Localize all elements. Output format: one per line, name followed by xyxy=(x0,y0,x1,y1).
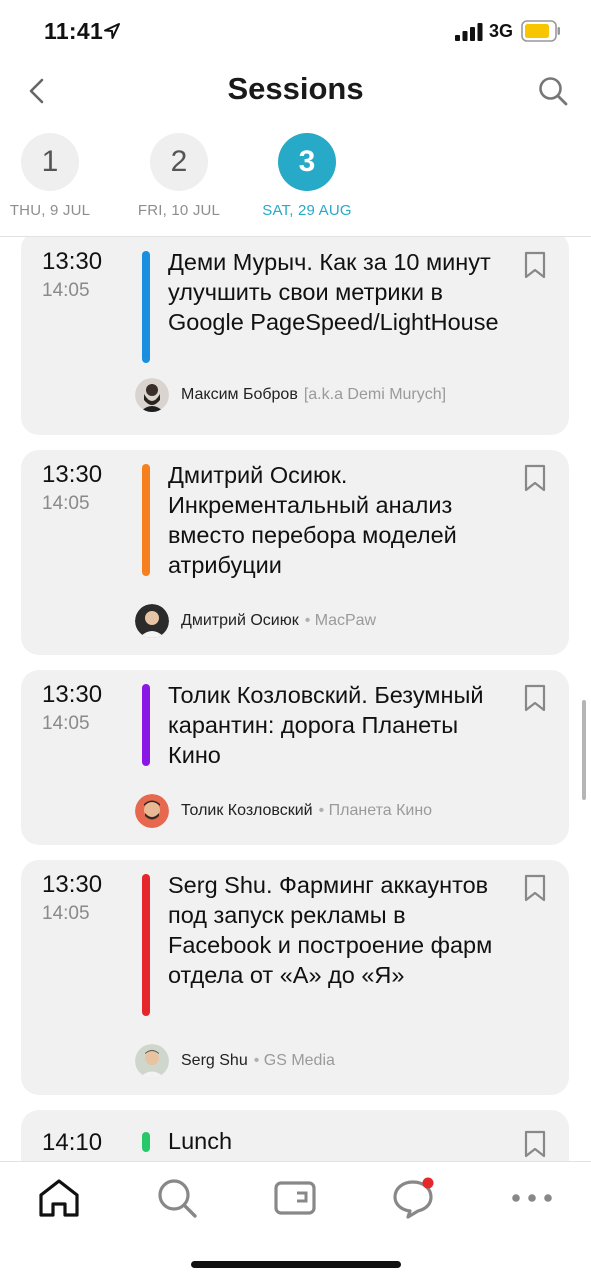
session-card[interactable]: 14:10 Lunch xyxy=(21,1110,569,1161)
session-start-time: 13:30 xyxy=(42,461,103,488)
day-number: 1 xyxy=(21,133,79,191)
session-card[interactable]: 13:30 14:05 Деми Мурыч. Как за 10 минут … xyxy=(21,237,569,435)
notification-badge xyxy=(422,1177,434,1189)
session-speaker[interactable]: Максим Бобров [a.k.a Demi Murych] xyxy=(135,378,446,412)
nav-bar: Sessions xyxy=(0,64,591,120)
day-number: 2 xyxy=(150,133,208,191)
speaker-company: GS Media xyxy=(254,1052,335,1070)
session-start-time: 14:10 xyxy=(42,1129,103,1156)
day-tab-1[interactable]: 1 THU, 9 JUL xyxy=(0,130,110,219)
wallet-icon[interactable] xyxy=(273,1176,317,1220)
status-bar: 11:41 3G xyxy=(0,0,591,64)
track-color-bar xyxy=(142,464,150,576)
day-label: THU, 9 JUL xyxy=(9,202,91,219)
session-title: Lunch xyxy=(168,1128,233,1154)
location-arrow-icon xyxy=(104,23,120,39)
day-label: FRI, 10 JUL xyxy=(137,202,221,219)
session-title: Толик Козловский. Безумный карантин: дор… xyxy=(168,682,484,768)
track-color-bar xyxy=(142,874,150,1016)
avatar xyxy=(135,794,169,828)
track-color-bar xyxy=(142,251,150,363)
session-start-time: 13:30 xyxy=(42,681,103,708)
session-title: Serg Shu. Фарминг аккаунтов под запуск р… xyxy=(168,872,493,988)
network-type: 3G xyxy=(489,21,514,41)
home-indicator xyxy=(191,1261,401,1268)
session-end-time: 14:05 xyxy=(42,493,90,514)
search-icon[interactable] xyxy=(537,75,569,107)
session-speaker[interactable]: Дмитрий Осиюк MacPaw xyxy=(135,604,376,638)
bookmark-icon[interactable] xyxy=(523,874,547,902)
speaker-name: Толик Козловский xyxy=(181,802,313,819)
more-icon[interactable] xyxy=(510,1176,554,1220)
speaker-name: Дмитрий Осиюк xyxy=(181,612,299,629)
day-label: SAT, 29 AUG xyxy=(262,202,352,219)
session-title: Дмитрий Осиюк. Инкрементальный анализ вм… xyxy=(168,462,457,578)
bookmark-icon[interactable] xyxy=(523,251,547,279)
session-speaker[interactable]: Serg Shu GS Media xyxy=(135,1044,335,1078)
session-card[interactable]: 13:30 14:05 Serg Shu. Фарминг аккаунтов … xyxy=(21,860,569,1095)
status-time: 11:41 xyxy=(44,18,104,44)
session-start-time: 13:30 xyxy=(42,871,103,898)
session-end-time: 14:05 xyxy=(42,713,90,734)
session-speaker[interactable]: Толик Козловский Планета Кино xyxy=(135,794,432,828)
session-start-time: 13:30 xyxy=(42,248,103,275)
day-number: 3 xyxy=(278,133,336,191)
avatar xyxy=(135,1044,169,1078)
day-tab-3[interactable]: 3 SAT, 29 AUG xyxy=(247,130,367,219)
chat-icon[interactable] xyxy=(391,1176,435,1220)
speaker-name: Serg Shu xyxy=(181,1052,248,1069)
day-tab-2[interactable]: 2 FRI, 10 JUL xyxy=(119,130,239,219)
home-icon[interactable] xyxy=(37,1176,81,1220)
bookmark-icon[interactable] xyxy=(523,684,547,712)
speaker-company: MacPaw xyxy=(305,612,376,630)
track-color-bar xyxy=(142,1132,150,1152)
session-list[interactable]: 13:30 14:05 Деми Мурыч. Как за 10 минут … xyxy=(0,237,591,1161)
speaker-company: [a.k.a Demi Murych] xyxy=(303,386,447,403)
avatar xyxy=(135,378,169,412)
battery-icon xyxy=(521,20,560,42)
scroll-indicator[interactable] xyxy=(582,700,586,800)
day-tabs: 1 THU, 9 JUL 2 FRI, 10 JUL 3 SAT, 29 AUG xyxy=(0,130,591,230)
track-color-bar xyxy=(142,684,150,766)
speaker-company: Планета Кино xyxy=(319,802,432,820)
search-icon[interactable] xyxy=(155,1176,199,1220)
avatar xyxy=(135,604,169,638)
session-card[interactable]: 13:30 14:05 Толик Козловский. Безумный к… xyxy=(21,670,569,845)
page-title: Sessions xyxy=(227,71,364,106)
bookmark-icon[interactable] xyxy=(523,464,547,492)
session-end-time: 14:05 xyxy=(42,903,90,924)
session-title: Деми Мурыч. Как за 10 минут улучшить сво… xyxy=(168,249,499,335)
bookmark-icon[interactable] xyxy=(523,1130,547,1158)
session-end-time: 14:05 xyxy=(42,280,90,301)
cellular-signal-icon xyxy=(455,23,483,41)
speaker-name: Максим Бобров xyxy=(181,386,298,403)
session-card[interactable]: 13:30 14:05 Дмитрий Осиюк. Инкрементальн… xyxy=(21,450,569,655)
